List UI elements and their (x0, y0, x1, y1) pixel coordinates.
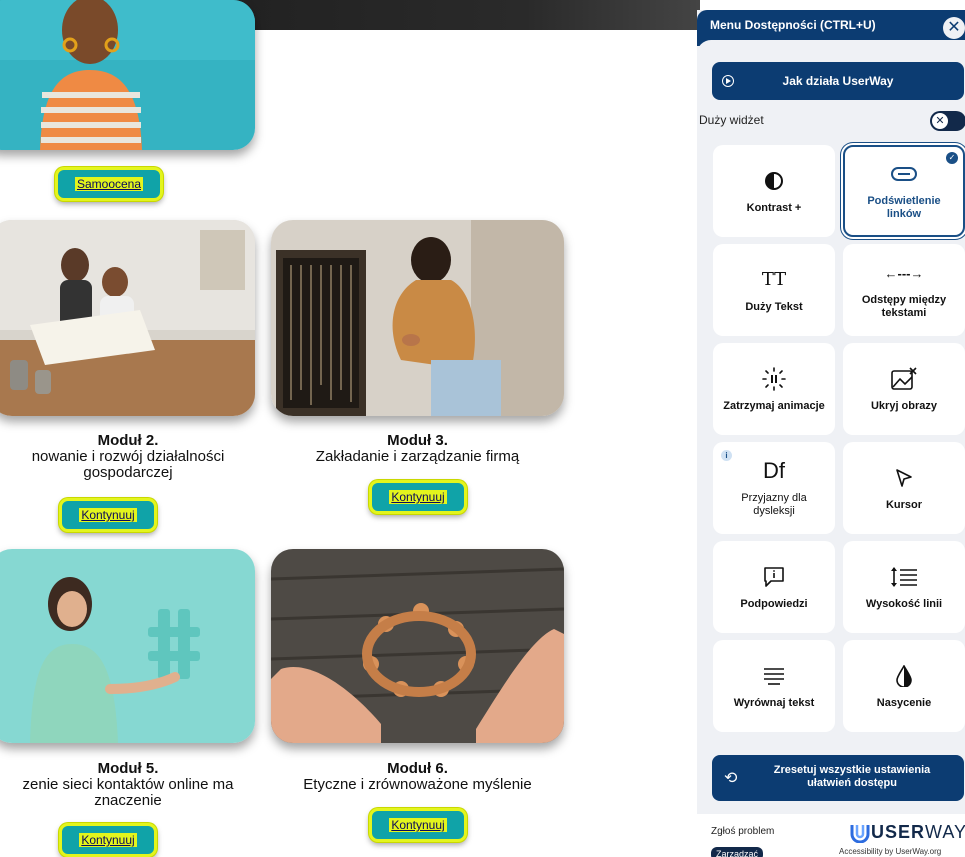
panel-footer: Zgłoś problem Zarządzać USERWAY Accessib… (697, 814, 965, 857)
tile-tooltips-label: Podpowiedzi (740, 597, 808, 610)
module-3-number: Moduł 3. (387, 432, 448, 449)
tile-saturation-label: Nasycenie (876, 696, 932, 709)
module-1-image (0, 0, 255, 150)
toggle-off-icon: ✕ (932, 113, 948, 129)
module-6-subtitle: Etyczne i zrównoważone myślenie (303, 776, 532, 793)
self-assessment-label: Samoocena (74, 177, 144, 191)
module-3-subtitle: Zakładanie i zarządzanie firmą (315, 448, 520, 465)
module-2-subtitle: nowanie i rozwój działalności gospodarcz… (31, 448, 225, 481)
userway-logo-icon (850, 824, 870, 843)
tile-dyslexia-friendly[interactable]: i Df Przyjazny dla dysleksji (713, 442, 835, 534)
reset-settings-button[interactable]: ⟲ Zresetuj wszystkie ustawienia ułatwień… (712, 755, 964, 801)
tile-hide-images-label: Ukryj obrazy (870, 399, 938, 412)
userway-wordmark: USERWAY (871, 822, 965, 843)
tile-big-text-label: Duży Tekst (745, 300, 803, 313)
pause-animation-icon (762, 366, 786, 392)
tile-contrast[interactable]: Kontrast + (713, 145, 835, 237)
text-size-icon: TT (761, 269, 787, 290)
how-it-works-button[interactable]: Jak działa UserWay (712, 62, 964, 100)
how-it-works-label: Jak działa UserWay (782, 74, 894, 88)
module-3-title: Moduł 3. Zakładanie i zarządzanie firmą (290, 433, 545, 465)
module-5-continue-label: Kontynuuj (79, 833, 137, 847)
module-3-continue-label: Kontynuuj (389, 490, 447, 504)
module-5-title: Moduł 5. zenie sieci kontaktów online ma… (0, 761, 276, 809)
module-6-number: Moduł 6. (387, 760, 448, 777)
module-5-number: Moduł 5. (97, 760, 159, 777)
tile-line-height-label: Wysokość linii (865, 597, 943, 610)
tile-hide-images[interactable]: Ukryj obrazy (843, 343, 965, 435)
module-6-continue-button[interactable]: Kontynuuj (369, 808, 467, 842)
cursor-icon (894, 465, 914, 491)
module-3-image (271, 220, 564, 416)
big-widget-toggle[interactable]: ✕ (930, 111, 965, 131)
tooltip-icon (763, 564, 785, 590)
module-3-continue-button[interactable]: Kontynuuj (369, 480, 467, 514)
userway-tagline: Accessibility by UserWay.org (839, 847, 942, 856)
tile-line-height[interactable]: Wysokość linii (843, 541, 965, 633)
module-6-continue-label: Kontynuuj (389, 818, 447, 832)
module-6-title: Moduł 6. Etyczne i zrównoważone myślenie (280, 761, 555, 793)
module-2-continue-label: Kontynuuj (79, 508, 137, 522)
tile-pause-animations[interactable]: Zatrzymaj animacje (713, 343, 835, 435)
self-assessment-button[interactable]: Samoocena (55, 167, 163, 201)
module-2-continue-button[interactable]: Kontynuuj (59, 498, 157, 532)
tile-align-text-label: Wyrównaj tekst (733, 696, 815, 709)
tile-cursor[interactable]: Kursor (843, 442, 965, 534)
module-5-subtitle: zenie sieci kontaktów online ma znaczeni… (22, 776, 234, 809)
userway-logo: USERWAY (849, 822, 965, 843)
tile-text-spacing-label: Odstępy między tekstami (861, 294, 947, 319)
tile-highlight-links-label: Podświetlenie linków (867, 195, 941, 220)
tile-tooltips[interactable]: Podpowiedzi (713, 541, 835, 633)
check-icon: ✓ (946, 152, 958, 164)
tile-cursor-label: Kursor (885, 498, 923, 511)
tile-contrast-label: Kontrast + (746, 201, 802, 214)
tile-dyslexia-friendly-label: Przyjazny dla dysleksji (741, 492, 807, 517)
panel-body-top (697, 40, 965, 60)
tile-saturation[interactable]: Nasycenie (843, 640, 965, 732)
wordmark-light: WAY (925, 822, 965, 842)
dyslexia-font-icon: Df (763, 458, 785, 483)
text-spacing-icon: ←---→ (884, 265, 924, 281)
module-2-number: Moduł 2. (97, 432, 159, 449)
accessibility-panel: Menu Dostępności (CTRL+U) ✕ Jak działa U… (697, 10, 965, 857)
module-2-title: Moduł 2. nowanie i rozwój działalności g… (0, 433, 276, 481)
manage-button[interactable]: Zarządzać (711, 847, 764, 857)
big-widget-label: Duży widżet (699, 113, 764, 127)
wordmark-bold: USER (871, 822, 926, 842)
module-5-image (0, 549, 255, 743)
tile-align-text[interactable]: Wyrównaj tekst (713, 640, 835, 732)
module-5-continue-button[interactable]: Kontynuuj (59, 823, 157, 857)
hide-images-icon (891, 366, 917, 392)
page: Samoocena Moduł 2. nowanie i rozwój dzia… (0, 0, 965, 857)
module-2-image (0, 220, 255, 416)
reset-icon: ⟲ (724, 770, 738, 787)
tile-pause-animations-label: Zatrzymaj animacje (723, 399, 825, 412)
panel-title: Menu Dostępności (CTRL+U) (710, 18, 876, 32)
module-6-image (271, 549, 564, 743)
report-problem-link[interactable]: Zgłoś problem (711, 826, 774, 837)
reset-settings-label: Zresetuj wszystkie ustawienia ułatwień d… (773, 764, 931, 789)
line-height-icon (890, 564, 918, 590)
close-icon[interactable]: ✕ (943, 17, 965, 39)
tile-highlight-links[interactable]: ✓ Podświetlenie linków (843, 145, 965, 237)
saturation-icon (896, 663, 912, 689)
link-icon (891, 161, 917, 187)
tile-text-spacing[interactable]: ←---→ Odstępy między tekstami (843, 244, 965, 336)
info-icon[interactable]: i (721, 450, 732, 461)
contrast-icon (764, 168, 784, 194)
align-text-icon (763, 663, 785, 689)
tile-big-text[interactable]: TT Duży Tekst (713, 244, 835, 336)
